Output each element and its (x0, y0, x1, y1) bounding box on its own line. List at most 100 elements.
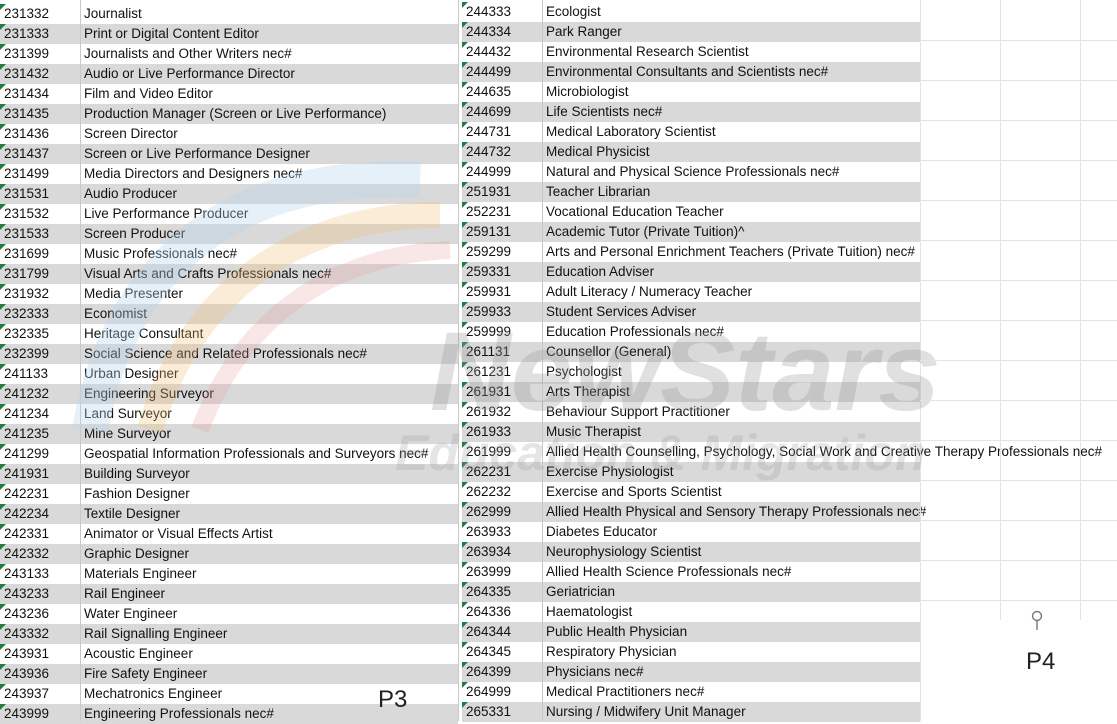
occupation-title-cell[interactable]: Exercise and Sports Scientist (546, 482, 722, 502)
occupation-code-cell[interactable]: 244732 (466, 142, 511, 162)
occupation-code-cell[interactable]: 261932 (466, 402, 511, 422)
occupation-title-cell[interactable]: Graphic Designer (84, 544, 189, 564)
occupation-title-cell[interactable]: Allied Health Physical and Sensory Thera… (546, 502, 926, 522)
occupation-title-cell[interactable]: Life Scientists nec# (546, 102, 662, 122)
table-row[interactable]: 242331 Animator or Visual Effects Artist (0, 524, 458, 544)
occupation-code-cell[interactable]: 231499 (4, 164, 49, 184)
table-row[interactable]: 251931 Teacher Librarian (462, 182, 920, 202)
occupation-code-cell[interactable]: 241133 (4, 364, 48, 384)
occupation-code-cell[interactable]: 259931 (466, 282, 511, 302)
table-row[interactable]: 259931 Adult Literacy / Numeracy Teacher (462, 282, 920, 302)
table-row[interactable]: 232335 Heritage Consultant (0, 324, 458, 344)
occupation-title-cell[interactable]: Heritage Consultant (84, 324, 203, 344)
occupation-code-cell[interactable]: 261131 (466, 342, 510, 362)
table-row[interactable]: 231531 Audio Producer (0, 184, 458, 204)
table-row[interactable]: 241234 Land Surveyor (0, 404, 458, 424)
occupation-title-cell[interactable]: Student Services Adviser (546, 302, 696, 322)
occupation-title-cell[interactable]: Print or Digital Content Editor (84, 24, 259, 44)
occupation-title-cell[interactable]: Vocational Education Teacher (546, 202, 724, 222)
occupation-code-cell[interactable]: 264344 (466, 622, 511, 642)
table-row[interactable]: 244732 Medical Physicist (462, 142, 920, 162)
occupation-title-cell[interactable]: Nursing / Midwifery Unit Manager (546, 702, 746, 722)
table-row[interactable]: 231799 Visual Arts and Crafts Professiona… (0, 264, 458, 284)
occupation-code-cell[interactable]: 261931 (466, 382, 511, 402)
occupation-code-cell[interactable]: 244635 (466, 82, 511, 102)
occupation-title-cell[interactable]: Park Ranger (546, 22, 622, 42)
occupation-code-cell[interactable]: 231699 (4, 244, 49, 264)
occupation-code-cell[interactable]: 259331 (466, 262, 511, 282)
occupation-code-cell[interactable]: 231437 (4, 144, 49, 164)
occupation-title-cell[interactable]: Building Surveyor (84, 464, 190, 484)
occupation-code-cell[interactable]: 231436 (4, 124, 49, 144)
occupation-code-cell[interactable]: 252231 (466, 202, 511, 222)
occupation-code-cell[interactable]: 264345 (466, 642, 511, 662)
occupation-title-cell[interactable]: Exercise Physiologist (546, 462, 674, 482)
occupation-title-cell[interactable]: Education Adviser (546, 262, 654, 282)
occupation-title-cell[interactable]: Education Professionals nec# (546, 322, 724, 342)
occupation-title-cell[interactable]: Screen or Live Performance Designer (84, 144, 310, 164)
occupation-title-cell[interactable]: Music Professionals nec# (84, 244, 237, 264)
table-row[interactable]: 231432 Audio or Live Performance Director (0, 64, 458, 84)
table-row[interactable]: 241232 Engineering Surveyor (0, 384, 458, 404)
occupation-code-cell[interactable]: 243332 (4, 624, 49, 644)
occupation-code-cell[interactable]: 241234 (4, 404, 49, 424)
occupation-title-cell[interactable]: Respiratory Physician (546, 642, 677, 662)
table-row[interactable]: 264345 Respiratory Physician (462, 642, 920, 662)
occupation-code-cell[interactable]: 244999 (466, 162, 511, 182)
table-row[interactable]: 261931 Arts Therapist (462, 382, 920, 402)
occupation-title-cell[interactable]: Visual Arts and Crafts Professionals nec… (84, 264, 331, 284)
occupation-code-cell[interactable]: 244499 (466, 62, 511, 82)
occupation-title-cell[interactable]: Media Directors and Designers nec# (84, 164, 302, 184)
occupation-code-cell[interactable]: 262999 (466, 502, 511, 522)
table-row[interactable]: 243133 Materials Engineer (0, 564, 458, 584)
occupation-title-cell[interactable]: Film and Video Editor (84, 84, 213, 104)
occupation-title-cell[interactable]: Music Therapist (546, 422, 641, 442)
table-row[interactable]: 241133 Urban Designer (0, 364, 458, 384)
occupation-code-cell[interactable]: 263934 (466, 542, 511, 562)
table-row[interactable]: 241931 Building Surveyor (0, 464, 458, 484)
occupation-code-cell[interactable]: 241232 (4, 384, 49, 404)
occupation-code-cell[interactable]: 265331 (466, 702, 511, 722)
occupation-title-cell[interactable]: Geriatrician (546, 582, 615, 602)
table-row[interactable]: 244432 Environmental Research Scientist (462, 42, 920, 62)
occupation-title-cell[interactable]: Acoustic Engineer (84, 644, 193, 664)
occupation-title-cell[interactable]: Medical Laboratory Scientist (546, 122, 716, 142)
occupation-code-cell[interactable]: 243133 (4, 564, 49, 584)
occupation-title-cell[interactable]: Allied Health Science Professionals nec# (546, 562, 791, 582)
table-row[interactable]: 231699 Music Professionals nec# (0, 244, 458, 264)
table-row[interactable]: 242231 Fashion Designer (0, 484, 458, 504)
table-row[interactable]: 264399 Physicians nec# (462, 662, 920, 682)
table-row[interactable]: 264999 Medical Practitioners nec# (462, 682, 920, 702)
table-row[interactable]: 242332 Graphic Designer (0, 544, 458, 564)
occupation-code-cell[interactable]: 263933 (466, 522, 511, 542)
occupation-code-cell[interactable]: 244333 (466, 2, 511, 22)
occupation-title-cell[interactable]: Journalists and Other Writers nec# (84, 44, 292, 64)
table-row[interactable]: 261231 Psychologist (462, 362, 920, 382)
occupation-code-cell[interactable]: 264336 (466, 602, 511, 622)
occupation-code-cell[interactable]: 242332 (4, 544, 49, 564)
occupation-title-cell[interactable]: Fire Safety Engineer (84, 664, 207, 684)
occupation-title-cell[interactable]: Haematologist (546, 602, 632, 622)
table-row[interactable]: 231333 Print or Digital Content Editor (0, 24, 458, 44)
table-row[interactable]: 262231 Exercise Physiologist (462, 462, 920, 482)
occupation-code-cell[interactable]: 231799 (4, 264, 49, 284)
table-row[interactable]: 261932 Behaviour Support Practitioner (462, 402, 920, 422)
occupation-title-cell[interactable]: Allied Health Counselling, Psychology, S… (546, 442, 1102, 462)
occupation-title-cell[interactable]: Adult Literacy / Numeracy Teacher (546, 282, 752, 302)
table-row[interactable]: 231532 Live Performance Producer (0, 204, 458, 224)
table-row[interactable]: 262999 Allied Health Physical and Sensory… (462, 502, 926, 522)
table-row[interactable]: 241235 Mine Surveyor (0, 424, 458, 444)
occupation-title-cell[interactable]: Mechatronics Engineer (84, 684, 222, 704)
occupation-code-cell[interactable]: 242234 (4, 504, 49, 524)
occupation-title-cell[interactable]: Social Science and Related Professionals… (84, 344, 367, 364)
occupation-code-cell[interactable]: 259933 (466, 302, 511, 322)
occupation-code-cell[interactable]: 261999 (466, 442, 511, 462)
occupation-title-cell[interactable]: Land Surveyor (84, 404, 172, 424)
occupation-code-cell[interactable]: 232333 (4, 304, 49, 324)
occupation-title-cell[interactable]: Neurophysiology Scientist (546, 542, 701, 562)
occupation-title-cell[interactable]: Behaviour Support Practitioner (546, 402, 730, 422)
occupation-code-cell[interactable]: 243233 (4, 584, 49, 604)
occupation-code-cell[interactable]: 262231 (466, 462, 511, 482)
occupation-title-cell[interactable]: Water Engineer (84, 604, 177, 624)
occupation-code-cell[interactable]: 244334 (466, 22, 511, 42)
